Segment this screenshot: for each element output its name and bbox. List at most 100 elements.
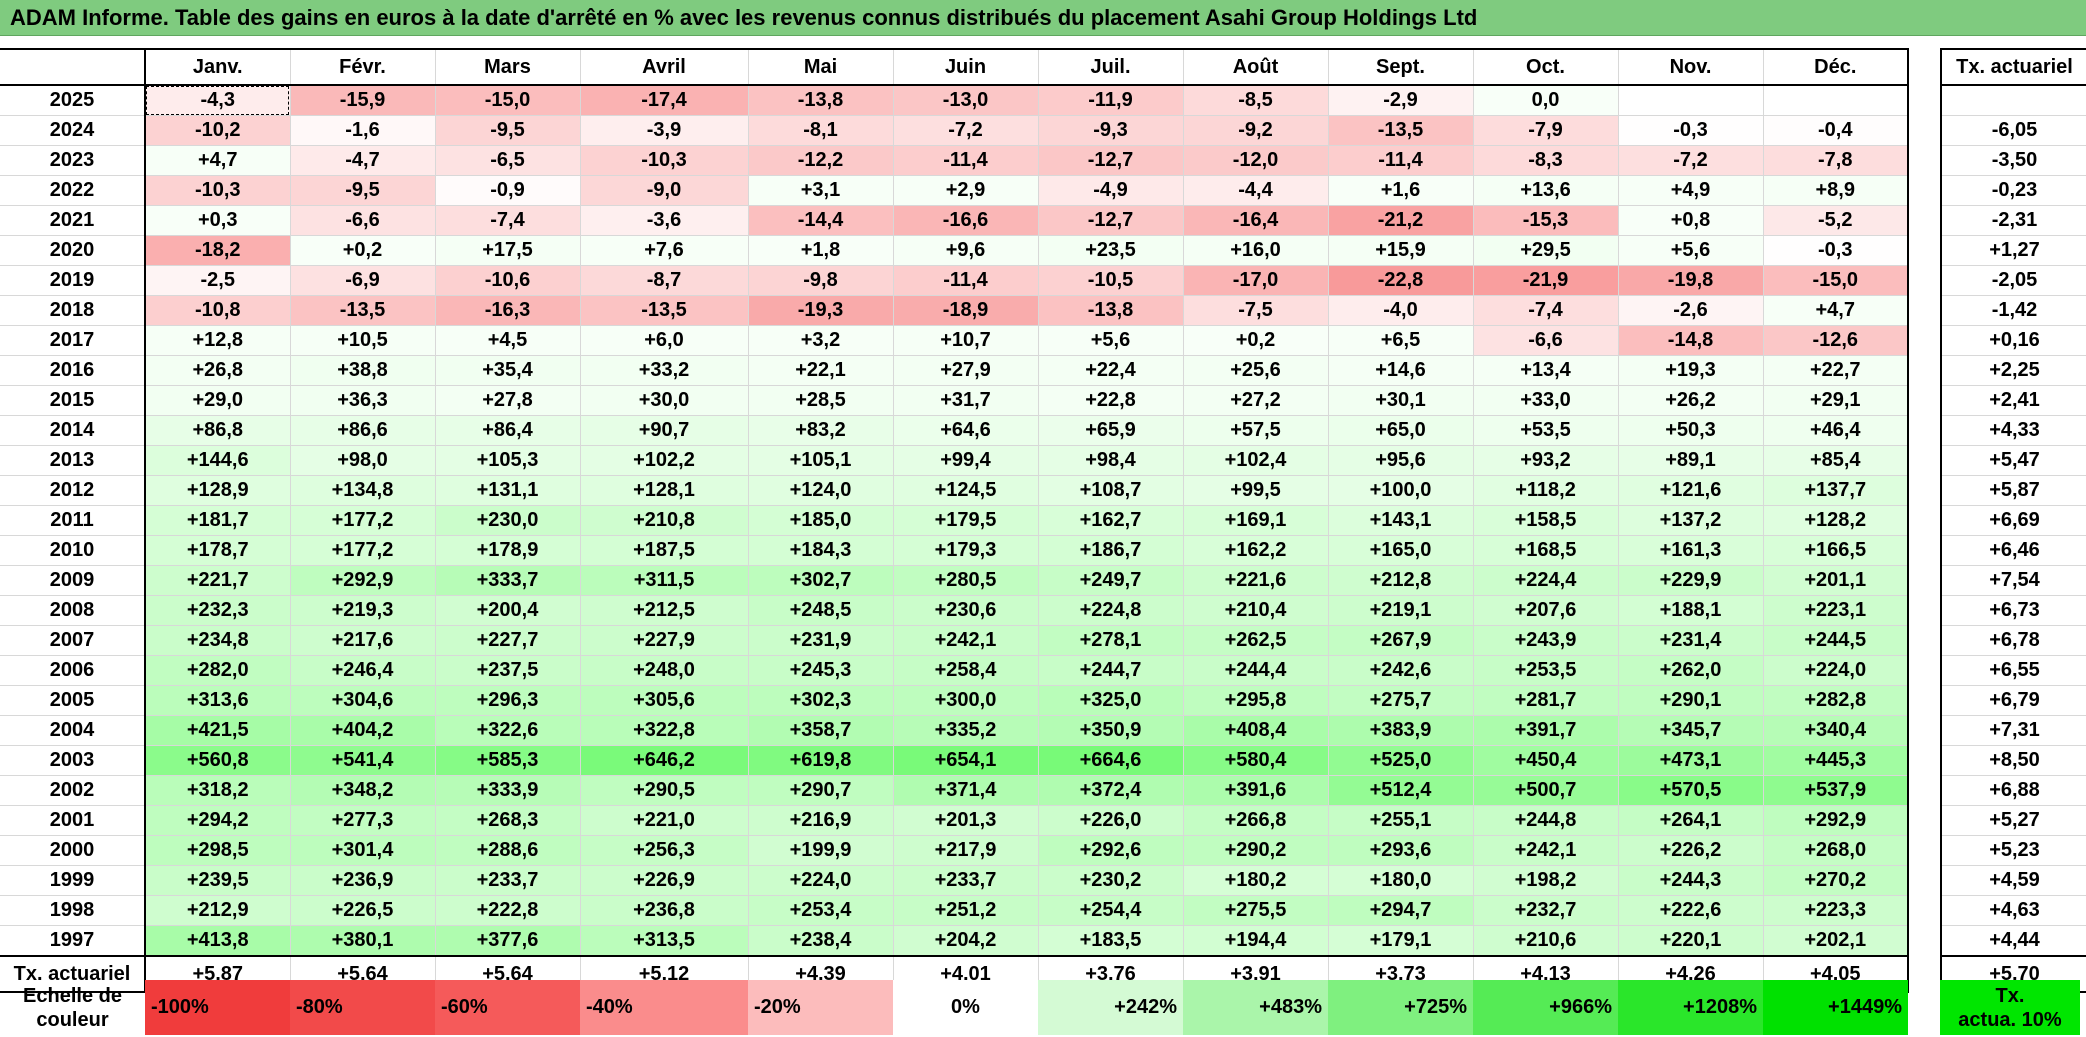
gain-cell: +16,0 [1182, 235, 1329, 266]
page-title: ADAM Informe. Table des gains en euros à… [10, 5, 1478, 30]
table-row: 2007 +234,8 +217,6 +227,7 +227,9 +231,9 +242,1… [0, 625, 1909, 656]
year-label: 2010 [0, 535, 146, 566]
actuarial-rate-cell: +7,54 [1940, 565, 2086, 596]
actuarial-rate-cell: +5,87 [1940, 475, 2086, 506]
actuarial-rate-cell: +6,55 [1940, 655, 2086, 686]
gain-cell: +408,4 [1182, 715, 1329, 746]
table-row: 2008 +232,3 +219,3 +200,4 +212,5 +248,5 +230,6… [0, 595, 1909, 626]
year-label: 1997 [0, 925, 146, 957]
gain-cell: -4,0 [1327, 295, 1474, 326]
gain-cell: +5,6 [1037, 325, 1184, 356]
gain-cell: +165,0 [1327, 535, 1474, 566]
gain-cell: +53,5 [1472, 415, 1619, 446]
gain-cell: +262,5 [1182, 625, 1329, 656]
gain-cell: +445,3 [1762, 745, 1909, 776]
year-label: 2021 [0, 205, 146, 236]
gain-cell: +93,2 [1472, 445, 1619, 476]
gain-cell: +236,8 [579, 895, 749, 926]
gain-cell: +244,5 [1762, 625, 1909, 656]
gain-cell: +5,6 [1617, 235, 1764, 266]
gain-cell: +166,5 [1762, 535, 1909, 566]
gain-cell: +391,7 [1472, 715, 1619, 746]
gain-cell: +541,4 [289, 745, 436, 776]
gain-cell: +230,2 [1037, 865, 1184, 896]
color-scale-step: +483% [1183, 980, 1328, 1035]
gain-cell: +220,1 [1617, 925, 1764, 957]
actuarial-rate-cell: +4,63 [1940, 895, 2086, 926]
gain-cell: +128,1 [579, 475, 749, 506]
gain-cell: +238,4 [747, 925, 894, 957]
table-row: 2000 +298,5 +301,4 +288,6 +256,3 +199,9 +217,9… [0, 835, 1909, 866]
gain-cell: -22,8 [1327, 265, 1474, 296]
color-scale-label: Echelle de couleur [0, 980, 145, 1035]
gain-cell: -9,8 [747, 265, 894, 296]
gain-cell: +158,5 [1472, 505, 1619, 536]
actuarial-rate-cell: +5,23 [1940, 835, 2086, 866]
gain-cell: +537,9 [1762, 775, 1909, 806]
gain-cell: -9,5 [434, 115, 581, 146]
gain-cell: +186,7 [1037, 535, 1184, 566]
gain-cell: -0,9 [434, 175, 581, 206]
gain-cell: -12,0 [1182, 145, 1329, 176]
actuarial-rate-cell: +6,88 [1940, 775, 2086, 806]
gain-cell: -7,2 [1617, 145, 1764, 176]
gain-cell: -7,9 [1472, 115, 1619, 146]
gain-cell: +198,2 [1472, 865, 1619, 896]
gain-cell: +275,5 [1182, 895, 1329, 926]
gain-cell: +64,6 [892, 415, 1039, 446]
gain-cell: +298,5 [144, 835, 291, 866]
gain-cell: -2,9 [1327, 84, 1474, 116]
gain-cell: -5,2 [1762, 205, 1909, 236]
gain-cell: -15,3 [1472, 205, 1619, 236]
gain-cell: +183,5 [1037, 925, 1184, 957]
gain-cell: -15,0 [1762, 265, 1909, 296]
gain-cell: +28,5 [747, 385, 894, 416]
gain-cell: +248,5 [747, 595, 894, 626]
gain-cell: -4,7 [289, 145, 436, 176]
gain-cell: +204,2 [892, 925, 1039, 957]
gain-cell: +181,7 [144, 505, 291, 536]
color-scale-step: +725% [1328, 980, 1473, 1035]
gain-cell: -6,6 [1472, 325, 1619, 356]
year-label: 2016 [0, 355, 146, 386]
gain-cell: +188,1 [1617, 595, 1764, 626]
year-label: 2014 [0, 415, 146, 446]
actuarial-header: Tx. actuariel [1940, 48, 2086, 86]
gain-cell: +270,2 [1762, 865, 1909, 896]
gain-cell [1762, 84, 1909, 116]
gain-cell: +242,1 [1472, 835, 1619, 866]
gain-cell: +22,8 [1037, 385, 1184, 416]
gain-cell: +231,9 [747, 625, 894, 656]
table-row: 2002 +318,2 +348,2 +333,9 +290,5 +290,7 +371,4… [0, 775, 1909, 806]
gain-cell: +585,3 [434, 745, 581, 776]
gain-cell: +26,2 [1617, 385, 1764, 416]
year-label: 2007 [0, 625, 146, 656]
gain-cell: +13,6 [1472, 175, 1619, 206]
gain-cell: +10,7 [892, 325, 1039, 356]
gain-cell: +262,0 [1617, 655, 1764, 686]
year-label: 2024 [0, 115, 146, 146]
gain-cell: +275,7 [1327, 685, 1474, 716]
gain-cell: +102,2 [579, 445, 749, 476]
gain-cell: -11,4 [892, 265, 1039, 296]
gain-cell: +185,0 [747, 505, 894, 536]
gain-cell: +244,7 [1037, 655, 1184, 686]
actuarial-rate-cell: +5,47 [1940, 445, 2086, 476]
gain-cell: +249,7 [1037, 565, 1184, 596]
gain-cell: +0,2 [289, 235, 436, 266]
gain-cell: -7,4 [434, 205, 581, 236]
year-label: 2020 [0, 235, 146, 266]
gain-cell: +201,3 [892, 805, 1039, 836]
month-header: Mai [747, 48, 894, 86]
gain-cell: +207,6 [1472, 595, 1619, 626]
color-scale-actuarial-line2: actua. 10% [1958, 1009, 2062, 1031]
gain-cell: -10,3 [144, 175, 291, 206]
gain-cell: +305,6 [579, 685, 749, 716]
gain-cell: +99,4 [892, 445, 1039, 476]
actuarial-rate-cell: -6,05 [1940, 115, 2086, 146]
table-row: 2006 +282,0 +246,4 +237,5 +248,0 +245,3 +258,4… [0, 655, 1909, 686]
gain-cell: -19,3 [747, 295, 894, 326]
gain-cell: +144,6 [144, 445, 291, 476]
table-row: 2023 +4,7 -4,7 -6,5 -10,3 -12,2 -11,4 -12,7 -12,… [0, 145, 1909, 176]
gain-cell: -14,4 [747, 205, 894, 236]
